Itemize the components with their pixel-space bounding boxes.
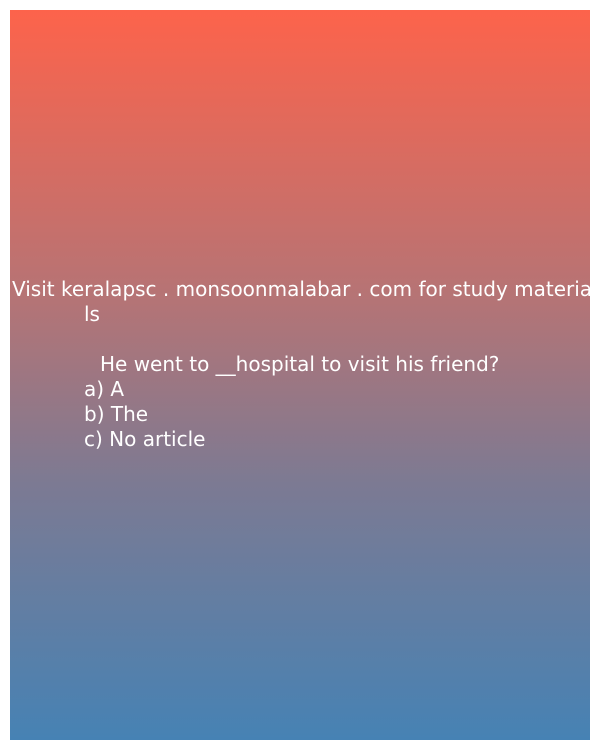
option-c: c) No article bbox=[84, 427, 206, 451]
option-a: a) A bbox=[84, 377, 125, 401]
promo-text-line-2: ls bbox=[84, 302, 100, 326]
question-text: He went to __hospital to visit his frien… bbox=[100, 352, 500, 376]
question-card: Visit keralapsc . monsoonmalabar . com f… bbox=[10, 10, 590, 740]
promo-text-line-1: Visit keralapsc . monsoonmalabar . com f… bbox=[12, 277, 590, 301]
option-b: b) The bbox=[84, 402, 149, 426]
